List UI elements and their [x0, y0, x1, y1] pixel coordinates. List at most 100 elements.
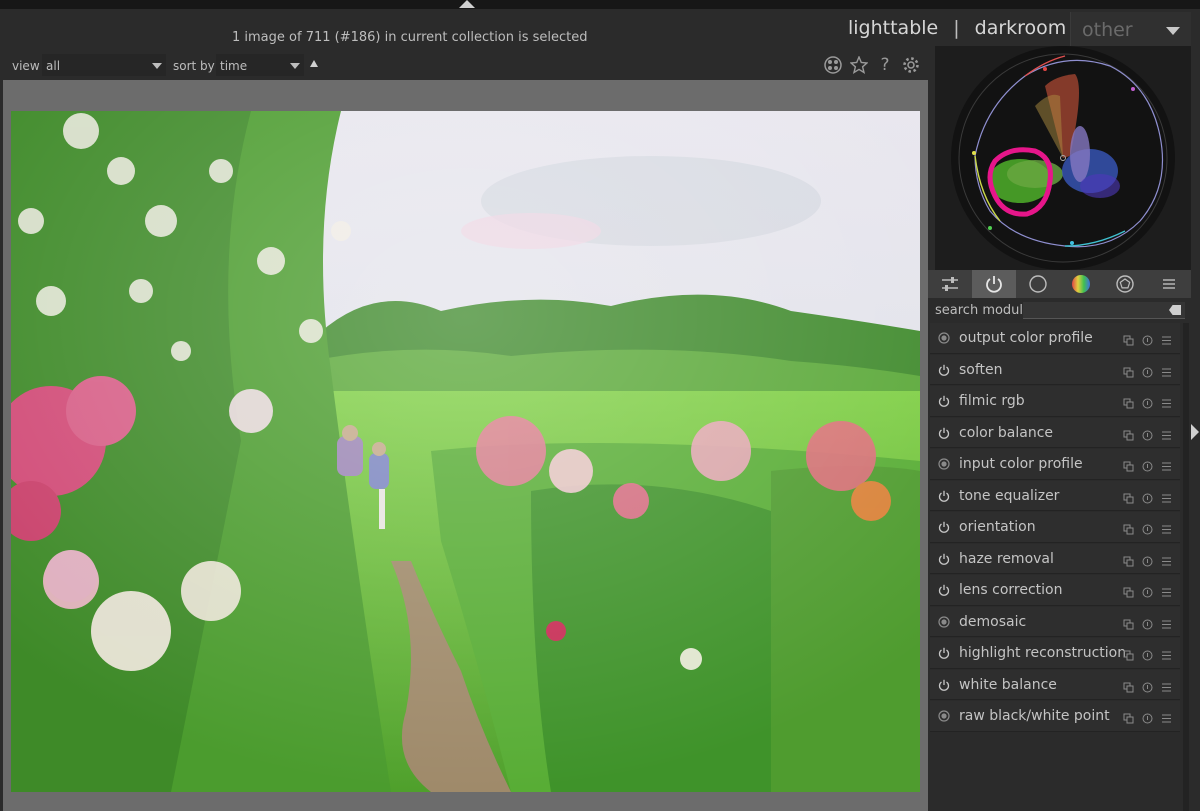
power-icon[interactable] — [938, 679, 950, 691]
menu-icon[interactable] — [1161, 583, 1172, 597]
presets-icon[interactable] — [1123, 709, 1134, 724]
sort-direction-icon[interactable] — [310, 60, 318, 67]
reset-icon[interactable] — [1142, 394, 1153, 409]
collapse-right-panel-arrow-icon[interactable] — [1191, 424, 1199, 440]
toolbar-icons: ? — [823, 55, 921, 75]
presets-icon[interactable] — [1123, 583, 1134, 598]
menu-icon[interactable] — [1161, 331, 1172, 345]
search-label: search module — [935, 303, 1032, 318]
view-filter-dropdown[interactable]: all — [42, 54, 166, 76]
power-icon[interactable] — [938, 584, 950, 596]
reset-icon[interactable] — [1142, 709, 1153, 724]
power-icon[interactable] — [938, 521, 950, 533]
reset-icon[interactable] — [1142, 457, 1153, 472]
reset-icon[interactable] — [1142, 363, 1153, 377]
menu-icon[interactable] — [1161, 363, 1172, 376]
gear-icon[interactable] — [901, 55, 921, 75]
module-name: soften — [959, 361, 1003, 378]
presets-icon[interactable] — [1123, 363, 1134, 377]
module-row[interactable]: input color profile — [930, 449, 1180, 480]
reset-icon[interactable] — [1142, 615, 1153, 629]
module-actions — [1123, 457, 1172, 472]
module-row[interactable]: color balance — [930, 417, 1180, 448]
reset-icon[interactable] — [1142, 331, 1153, 346]
power-icon[interactable] — [938, 490, 950, 502]
module-actions — [1123, 583, 1172, 598]
clear-search-icon[interactable] — [1169, 305, 1181, 315]
module-row[interactable]: demosaic — [930, 606, 1180, 637]
reset-icon[interactable] — [1142, 678, 1153, 692]
module-actions — [1123, 489, 1172, 503]
vectorscope[interactable] — [935, 46, 1191, 270]
module-row[interactable]: highlight reconstruction — [930, 638, 1180, 669]
presets-icon[interactable] — [1123, 615, 1134, 629]
search-input[interactable] — [1023, 302, 1185, 319]
module-row[interactable]: white balance — [930, 669, 1180, 700]
menu-icon[interactable] — [1161, 489, 1172, 502]
quick-access-icon[interactable] — [928, 270, 972, 298]
power-icon[interactable] — [938, 364, 950, 376]
presets-icon[interactable] — [1123, 331, 1134, 346]
presets-icon[interactable] — [1123, 394, 1134, 409]
view-filter-label: view — [12, 59, 40, 73]
reset-icon[interactable] — [1142, 520, 1153, 535]
color-labels-icon[interactable] — [823, 55, 843, 75]
circle-icon[interactable] — [1016, 270, 1060, 298]
presets-icon[interactable] — [1123, 489, 1134, 503]
menu-icon[interactable] — [1161, 457, 1172, 471]
menu-icon[interactable] — [1161, 394, 1172, 408]
reset-icon[interactable] — [1142, 646, 1153, 661]
presets-icon[interactable] — [1123, 552, 1134, 566]
chevron-down-icon — [290, 63, 300, 69]
menu-icon[interactable] — [1161, 709, 1172, 723]
module-name: orientation — [959, 519, 1036, 535]
module-name: demosaic — [959, 613, 1027, 630]
reset-icon[interactable] — [1142, 552, 1153, 566]
menu-icon[interactable] — [1161, 520, 1172, 534]
presets-icon[interactable] — [1123, 457, 1134, 472]
menu-icon[interactable] — [1161, 426, 1172, 439]
presets-icon[interactable] — [1123, 426, 1134, 440]
reset-icon[interactable] — [1142, 489, 1153, 503]
view-switcher: lighttable | darkroom | — [848, 17, 1103, 39]
menu-icon[interactable] — [1161, 615, 1172, 628]
help-icon[interactable]: ? — [875, 55, 895, 75]
module-row[interactable]: soften — [930, 354, 1180, 385]
module-row[interactable]: tone equalizer — [930, 480, 1180, 511]
color-wheel-icon[interactable] — [1059, 270, 1103, 298]
menu-icon[interactable] — [1161, 678, 1172, 691]
chevron-down-icon — [152, 63, 162, 69]
power-icon[interactable] — [971, 270, 1016, 298]
module-actions — [1123, 615, 1172, 629]
power-icon[interactable] — [938, 647, 950, 659]
presets-icon[interactable] — [1123, 520, 1134, 535]
presets-icon[interactable] — [1123, 678, 1134, 692]
collapse-top-arrow-icon[interactable] — [459, 0, 475, 8]
reset-icon[interactable] — [1142, 583, 1153, 598]
hamburger-icon[interactable] — [1147, 270, 1191, 298]
scrollbar[interactable] — [1183, 323, 1189, 811]
menu-icon[interactable] — [1161, 646, 1172, 660]
reset-icon[interactable] — [1142, 426, 1153, 440]
module-row[interactable]: filmic rgb — [930, 386, 1180, 417]
module-row[interactable]: output color profile — [930, 323, 1180, 354]
menu-icon[interactable] — [1161, 552, 1172, 565]
module-row[interactable]: haze removal — [930, 543, 1180, 574]
power-icon[interactable] — [938, 395, 950, 407]
module-name: highlight reconstruction — [959, 645, 1127, 661]
other-views-dropdown[interactable]: other — [1070, 12, 1191, 48]
presets-icon[interactable] — [1123, 646, 1134, 661]
always-on-icon — [938, 332, 950, 344]
module-row[interactable]: orientation — [930, 512, 1180, 543]
module-row[interactable]: lens correction — [930, 575, 1180, 606]
aperture-icon[interactable] — [1103, 270, 1147, 298]
power-icon[interactable] — [938, 553, 950, 565]
view-lighttable[interactable]: lighttable — [848, 17, 938, 39]
sort-dropdown[interactable]: time — [216, 54, 304, 76]
view-darkroom[interactable]: darkroom — [975, 17, 1067, 39]
module-row[interactable]: raw black/white point — [930, 701, 1180, 732]
star-icon[interactable] — [849, 55, 869, 75]
power-icon[interactable] — [938, 427, 950, 439]
module-name: white balance — [959, 676, 1057, 693]
image-preview[interactable] — [11, 111, 920, 792]
